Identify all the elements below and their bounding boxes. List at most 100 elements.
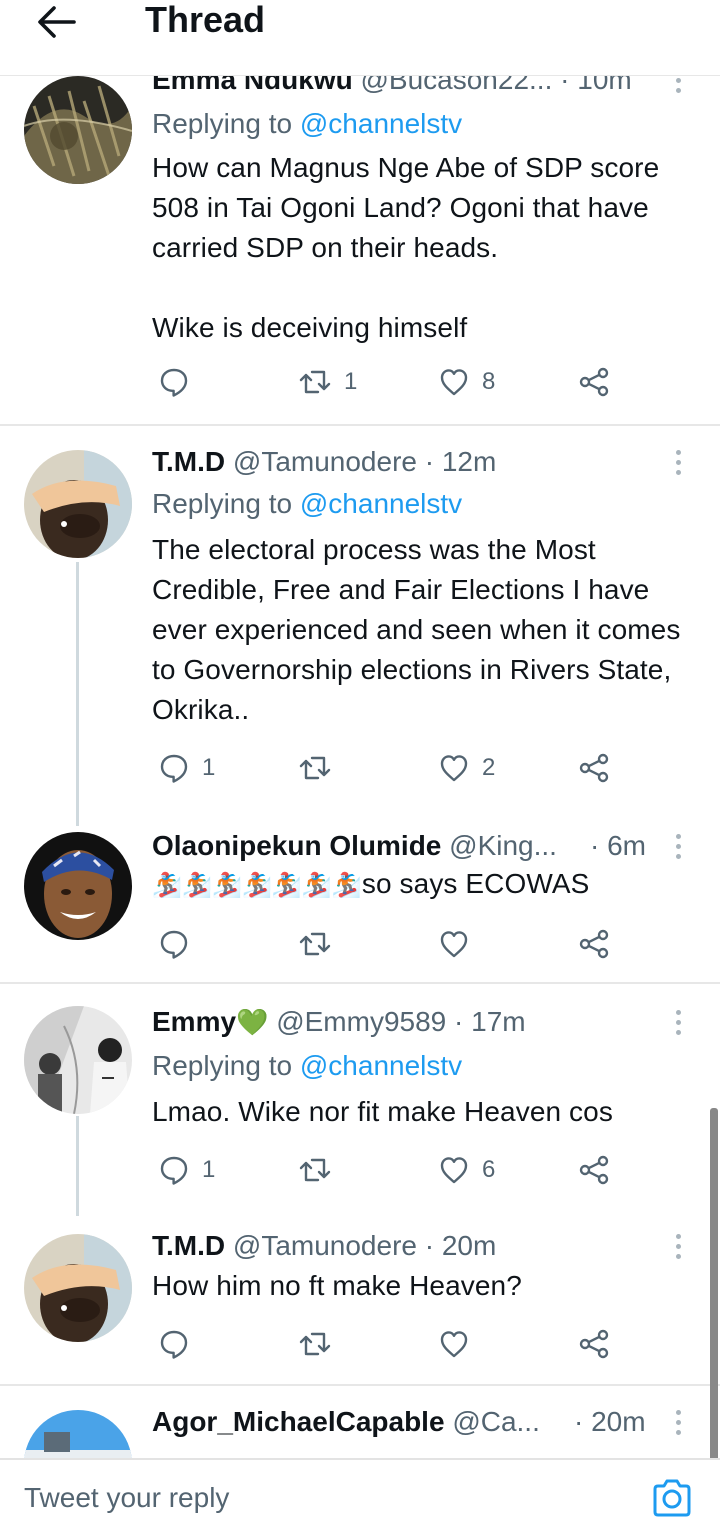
tweet[interactable]: Emma Ndukwu @Bucason22... · 10m Replying… (0, 76, 720, 426)
user-handle[interactable]: @Bucason22... (360, 76, 552, 95)
camera-button[interactable] (650, 1476, 694, 1520)
like-count: 2 (482, 754, 496, 781)
reply-button[interactable] (158, 922, 202, 966)
user-handle[interactable]: @Tamunodere (233, 446, 417, 477)
like-count: 6 (482, 1156, 496, 1183)
reply-button[interactable]: 1 (158, 1148, 215, 1192)
avatar[interactable] (24, 450, 132, 558)
more-options-button[interactable] (668, 826, 688, 866)
avatar[interactable] (24, 76, 132, 184)
tweet[interactable]: Agor_MichaelCapable @Ca... · 20m (0, 1386, 720, 1458)
user-handle[interactable]: @Tamunodere (233, 1230, 417, 1261)
like-button[interactable]: 6 (438, 1148, 495, 1192)
share-button[interactable] (578, 360, 610, 404)
retweet-button[interactable] (298, 1148, 344, 1192)
reply-count: 1 (202, 754, 216, 781)
retweet-button[interactable] (298, 922, 344, 966)
user-handle[interactable]: @Ca... (452, 1406, 540, 1437)
reply-bubble-icon (160, 368, 188, 397)
separator-dot: · (454, 1006, 464, 1037)
more-vertical-icon (675, 449, 681, 475)
display-name[interactable]: Agor_MichaelCapable (152, 1406, 445, 1437)
tweet-actions: 1 2 (152, 746, 622, 790)
display-name[interactable]: Olaonipekun Olumide (152, 830, 441, 861)
retweet-button[interactable]: 1 (298, 360, 357, 404)
avatar[interactable] (24, 1234, 132, 1342)
reply-button[interactable] (158, 360, 202, 404)
share-button[interactable] (578, 922, 610, 966)
back-button[interactable] (34, 2, 78, 42)
emoji-sequence: 🏂🏂🏂🏂🏂🏂🏂 (152, 872, 362, 899)
heart-icon (440, 369, 468, 396)
more-options-button[interactable] (668, 1002, 688, 1042)
retweet-icon (299, 1158, 331, 1182)
tweet-header: Emmy💚 @Emmy9589 · 17m (152, 1002, 680, 1042)
more-options-button[interactable] (668, 1402, 688, 1442)
display-name[interactable]: Emmy (152, 1006, 236, 1037)
tweet[interactable]: T.M.D @Tamunodere · 12m Replying to @cha… (0, 426, 720, 826)
tweet[interactable]: T.M.D @Tamunodere · 20m How him no ft ma… (0, 1216, 720, 1384)
more-options-button[interactable] (668, 1226, 688, 1266)
share-icon (579, 929, 609, 959)
like-button[interactable] (438, 922, 482, 966)
retweet-button[interactable] (298, 746, 344, 790)
separator-dot: · (560, 76, 570, 95)
tweet-actions (152, 1322, 622, 1366)
separator-dot: · (574, 1406, 584, 1437)
reply-composer: Tweet your reply (0, 1458, 720, 1530)
more-vertical-icon (675, 1233, 681, 1259)
mention-link[interactable]: @channelstv (300, 108, 462, 139)
display-name[interactable]: T.M.D (152, 446, 225, 477)
scrollbar[interactable] (710, 1108, 718, 1463)
more-options-button[interactable] (668, 442, 688, 482)
thread-feed[interactable]: Emma Ndukwu @Bucason22... · 10m Replying… (0, 76, 720, 1458)
like-button[interactable] (438, 1322, 482, 1366)
timestamp[interactable]: 20m (442, 1230, 496, 1261)
like-button[interactable]: 8 (438, 360, 495, 404)
tweet-text: How him no ft make Heaven? (152, 1270, 522, 1301)
separator-dot: · (590, 830, 600, 861)
share-icon (579, 1155, 609, 1185)
replying-to: Replying to @channelstv (152, 488, 463, 519)
share-button[interactable] (578, 1322, 610, 1366)
retweet-button[interactable] (298, 1322, 344, 1366)
avatar[interactable] (24, 832, 132, 940)
timestamp[interactable]: 10m (577, 76, 631, 95)
thread-connector (76, 1116, 79, 1216)
avatar[interactable] (24, 1410, 132, 1458)
tweet-header: Agor_MichaelCapable @Ca... (152, 1402, 560, 1442)
reply-input[interactable]: Tweet your reply (24, 1478, 229, 1518)
tweet[interactable]: Olaonipekun Olumide @King... · 6m 🏂🏂🏂🏂🏂🏂… (0, 826, 720, 982)
page-title: Thread (145, 0, 266, 40)
tweet-actions: 1 8 (152, 360, 622, 404)
user-handle[interactable]: @King... (449, 830, 557, 861)
reply-bubble-icon (160, 1330, 188, 1359)
tweet-actions (152, 922, 622, 966)
tweet[interactable]: Emmy💚 @Emmy9589 · 17m Replying to @chann… (0, 984, 720, 1216)
mention-link[interactable]: @channelstv (300, 1050, 462, 1081)
divider (0, 75, 720, 76)
avatar[interactable] (24, 1006, 132, 1114)
share-button[interactable] (578, 746, 610, 790)
more-options-button[interactable] (668, 76, 688, 100)
reply-button[interactable] (158, 1322, 202, 1366)
display-name[interactable]: Emma Ndukwu (152, 76, 353, 95)
display-name[interactable]: T.M.D (152, 1230, 225, 1261)
share-button[interactable] (578, 1148, 610, 1192)
like-button[interactable]: 2 (438, 746, 495, 790)
user-handle[interactable]: @Emmy9589 (276, 1006, 446, 1037)
share-icon (579, 753, 609, 783)
reply-button[interactable]: 1 (158, 746, 215, 790)
separator-dot: · (424, 1230, 435, 1261)
timestamp[interactable]: 6m (607, 830, 646, 861)
retweet-icon (299, 932, 331, 956)
top-bar: Thread (0, 0, 720, 76)
reply-bubble-icon (160, 754, 188, 783)
timestamp[interactable]: 20m (591, 1406, 645, 1437)
timestamp[interactable]: 12m (442, 446, 496, 477)
mention-link[interactable]: @channelstv (300, 488, 462, 519)
tweet-header: T.M.D @Tamunodere · 12m (152, 442, 680, 482)
tweet-header: Olaonipekun Olumide @King... (152, 826, 630, 866)
more-vertical-icon (675, 1409, 681, 1435)
timestamp[interactable]: 17m (471, 1006, 525, 1037)
